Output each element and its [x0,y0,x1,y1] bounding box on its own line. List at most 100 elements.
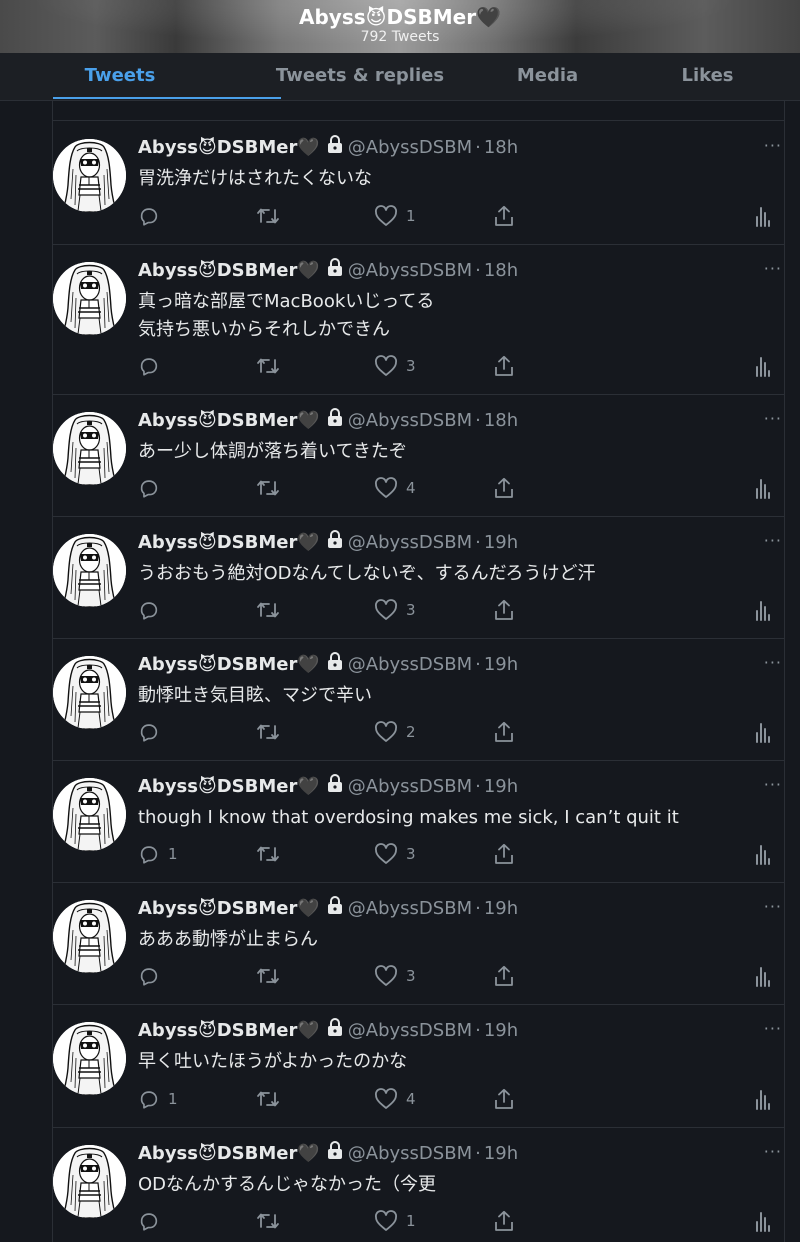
more-icon[interactable]: ··· [764,1142,782,1161]
tweet-8[interactable]: Abyss😈DSBMer🖤 @AbyssDSBM · 19h ··· 早く吐いた… [53,1005,784,1128]
stats-button[interactable] [755,963,771,989]
retweet-button[interactable] [256,719,280,745]
avatar[interactable] [53,1022,126,1095]
timestamp[interactable]: 19h [484,896,518,922]
stats-button[interactable] [755,475,771,501]
stats-button[interactable] [755,1086,771,1112]
reply-button[interactable] [138,353,168,379]
tweet-6[interactable]: Abyss😈DSBMer🖤 @AbyssDSBM · 19h ··· thoug… [53,761,784,883]
retweet-button[interactable] [256,203,280,229]
tweet-7[interactable]: Abyss😈DSBMer🖤 @AbyssDSBM · 19h ··· あああ動悸… [53,883,784,1005]
share-button[interactable] [493,719,515,745]
more-icon[interactable]: ··· [764,775,782,794]
reply-button[interactable] [138,963,168,989]
avatar[interactable] [53,534,126,607]
like-button[interactable]: 2 [374,719,416,745]
like-button[interactable]: 3 [374,841,416,867]
share-button[interactable] [493,203,515,229]
tweet-2[interactable]: Abyss😈DSBMer🖤 @AbyssDSBM · 18h ··· 真っ暗な部… [53,245,784,395]
reply-button[interactable] [138,597,168,623]
tweet-3[interactable]: Abyss😈DSBMer🖤 @AbyssDSBM · 18h ··· あー少し体… [53,395,784,517]
author-handle[interactable]: @AbyssDSBM [348,530,472,556]
author-name[interactable]: Abyss😈DSBMer🖤 [138,1141,320,1167]
share-button[interactable] [493,1086,515,1112]
author-handle[interactable]: @AbyssDSBM [348,652,472,678]
like-button[interactable]: 1 [374,1208,416,1234]
more-icon[interactable]: ··· [764,136,782,155]
retweet-button[interactable] [256,963,280,989]
stats-button[interactable] [755,1208,771,1234]
like-button[interactable]: 3 [374,353,416,379]
share-button[interactable] [493,597,515,623]
stats-button[interactable] [755,719,771,745]
retweet-button[interactable] [256,1208,280,1234]
author-handle[interactable]: @AbyssDSBM [348,408,472,434]
author-name[interactable]: Abyss😈DSBMer🖤 [138,652,320,678]
tweet-5[interactable]: Abyss😈DSBMer🖤 @AbyssDSBM · 19h ··· 動悸吐き気… [53,639,784,761]
more-icon[interactable]: ··· [764,1019,782,1038]
tweet-4[interactable]: Abyss😈DSBMer🖤 @AbyssDSBM · 19h ··· うおおもう… [53,517,784,639]
share-button[interactable] [493,475,515,501]
avatar[interactable] [53,778,126,851]
more-icon[interactable]: ··· [764,653,782,672]
like-button[interactable]: 1 [374,203,416,229]
like-button[interactable]: 4 [374,1086,416,1112]
reply-button[interactable] [138,203,168,229]
timestamp[interactable]: 19h [484,1018,518,1044]
author-handle[interactable]: @AbyssDSBM [348,1018,472,1044]
stats-button[interactable] [755,597,771,623]
share-button[interactable] [493,1208,515,1234]
retweet-button[interactable] [256,475,280,501]
author-name[interactable]: Abyss😈DSBMer🖤 [138,408,320,434]
author-name[interactable]: Abyss😈DSBMer🖤 [138,774,320,800]
timestamp[interactable]: 19h [484,774,518,800]
avatar[interactable] [53,262,126,335]
share-button[interactable] [493,841,515,867]
author-name[interactable]: Abyss😈DSBMer🖤 [138,530,320,556]
tweet-9[interactable]: Abyss😈DSBMer🖤 @AbyssDSBM · 19h ··· ODなんか… [53,1128,784,1242]
more-icon[interactable]: ··· [764,259,782,278]
avatar[interactable] [53,1145,126,1218]
tab-media[interactable]: Media [480,53,615,100]
share-button[interactable] [493,963,515,989]
author-handle[interactable]: @AbyssDSBM [348,774,472,800]
more-icon[interactable]: ··· [764,897,782,916]
tab-tweets[interactable]: Tweets [0,53,281,100]
timestamp[interactable]: 18h [484,408,518,434]
author-name[interactable]: Abyss😈DSBMer🖤 [138,1018,320,1044]
avatar[interactable] [53,139,126,212]
like-button[interactable]: 4 [374,475,416,501]
author-handle[interactable]: @AbyssDSBM [348,135,472,161]
retweet-button[interactable] [256,1086,280,1112]
reply-button[interactable]: 1 [138,841,178,867]
tweet-1[interactable]: Abyss😈DSBMer🖤 @AbyssDSBM · 18h ··· 胃洗浄だけ… [53,122,784,245]
avatar[interactable] [53,900,126,973]
reply-button[interactable] [138,475,168,501]
timestamp[interactable]: 19h [484,652,518,678]
timestamp[interactable]: 19h [484,530,518,556]
author-name[interactable]: Abyss😈DSBMer🖤 [138,896,320,922]
retweet-button[interactable] [256,841,280,867]
author-name[interactable]: Abyss😈DSBMer🖤 [138,135,320,161]
timestamp[interactable]: 18h [484,258,518,284]
tab-likes[interactable]: Likes [615,53,800,100]
reply-button[interactable] [138,1208,168,1234]
retweet-button[interactable] [256,597,280,623]
more-icon[interactable]: ··· [764,409,782,428]
like-button[interactable]: 3 [374,597,416,623]
like-button[interactable]: 3 [374,963,416,989]
tab-tweets-replies[interactable]: Tweets & replies [240,53,480,100]
share-button[interactable] [493,353,515,379]
author-handle[interactable]: @AbyssDSBM [348,896,472,922]
author-name[interactable]: Abyss😈DSBMer🖤 [138,258,320,284]
stats-button[interactable] [755,353,771,379]
more-icon[interactable]: ··· [764,531,782,550]
author-handle[interactable]: @AbyssDSBM [348,1141,472,1167]
timestamp[interactable]: 19h [484,1141,518,1167]
retweet-button[interactable] [256,353,280,379]
timeline[interactable]: ⌐ ⊔ ıll [53,101,784,1242]
reply-button[interactable] [138,719,168,745]
stats-button[interactable] [755,203,771,229]
timestamp[interactable]: 18h [484,135,518,161]
author-handle[interactable]: @AbyssDSBM [348,258,472,284]
